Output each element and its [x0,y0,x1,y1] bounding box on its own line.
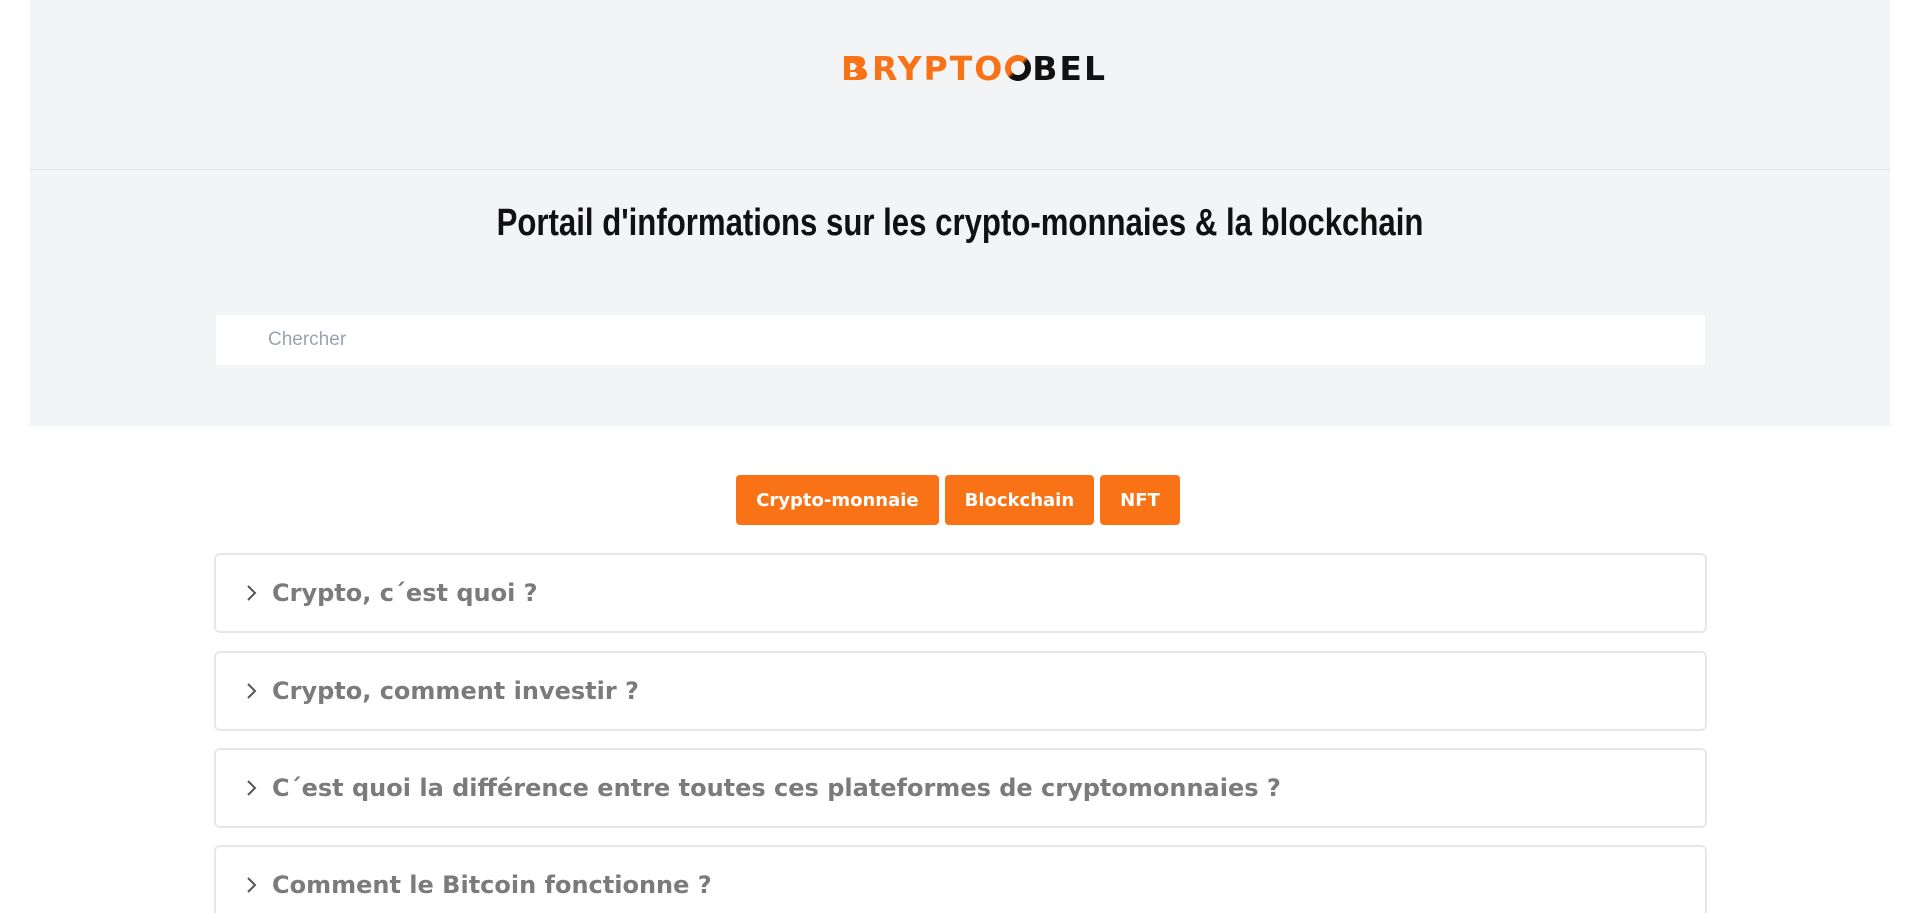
faq-item-crypto-quoi[interactable]: Crypto, c´est quoi ? [214,553,1707,633]
faq-question: Comment le Bitcoin fonctionne ? [272,871,712,899]
faq-question: Crypto, comment investir ? [272,677,639,705]
category-button-crypto-monnaie[interactable]: Crypto-monnaie [736,475,939,525]
logo-text-dark: BEL [1032,48,1107,88]
page: RYPTO BEL Portail d'informations sur les… [0,0,1920,913]
category-button-blockchain[interactable]: Blockchain [944,475,1095,525]
header-bar: RYPTO BEL [30,0,1890,170]
site-logo[interactable]: RYPTO BEL [840,48,1107,88]
search-icon [238,333,252,347]
logo-o-mark [1005,55,1032,81]
search-input[interactable] [266,328,1705,352]
chevron-right-icon [247,585,257,601]
faq-item-comment-investir[interactable]: Crypto, comment investir ? [214,651,1707,731]
chevron-right-icon [247,877,257,893]
search-bar[interactable] [216,315,1705,365]
category-button-nft[interactable]: NFT [1100,475,1180,525]
category-filters: Crypto-monnaie Blockchain NFT [0,475,1920,525]
chevron-right-icon [247,683,257,699]
logo-b-icon [844,56,867,80]
faq-item-difference-plateformes[interactable]: C´est quoi la différence entre toutes ce… [214,748,1707,828]
chevron-right-icon [247,780,257,796]
hero-section: RYPTO BEL Portail d'informations sur les… [30,0,1890,426]
faq-item-bitcoin-fonctionne[interactable]: Comment le Bitcoin fonctionne ? [214,845,1707,913]
page-title: Portail d'informations sur les crypto-mo… [496,202,1424,244]
logo-text-orange: RYPTO [872,48,1005,88]
faq-question: C´est quoi la différence entre toutes ce… [272,774,1281,802]
faq-question: Crypto, c´est quoi ? [272,579,538,607]
